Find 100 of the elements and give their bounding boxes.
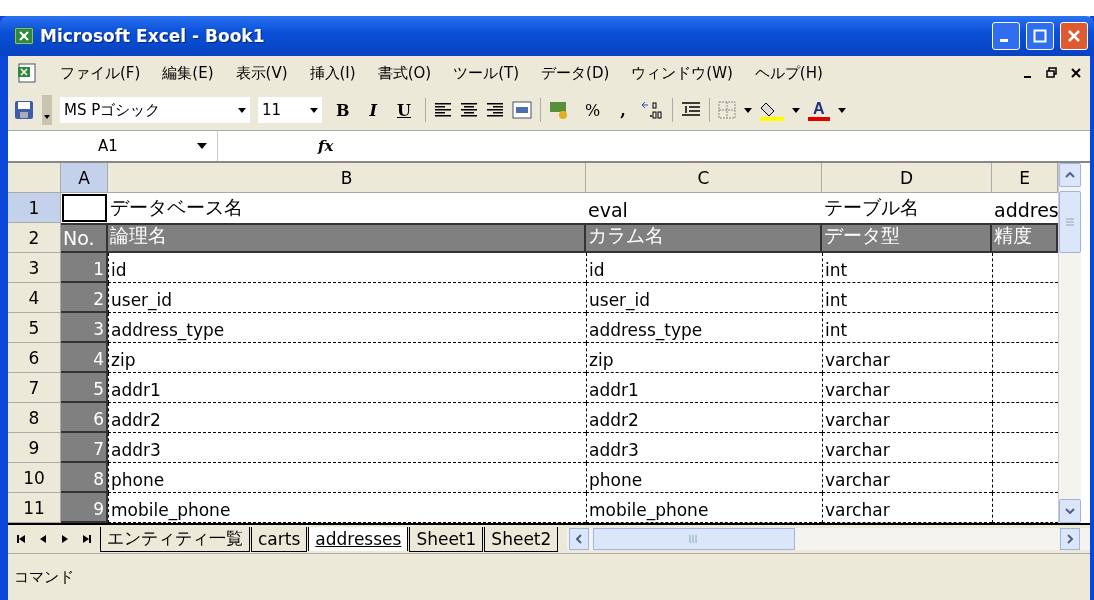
save-icon[interactable] (14, 100, 34, 120)
menu-item[interactable]: 表示(V) (235, 63, 288, 83)
table-cell: addr3 (108, 433, 586, 463)
caret-icon[interactable] (310, 107, 318, 113)
row-header[interactable]: 4 (8, 283, 61, 313)
table-cell: user_id (108, 283, 586, 313)
menu-item[interactable]: 編集(E) (162, 63, 214, 83)
column-header[interactable]: B (108, 163, 586, 193)
scroll-thumb[interactable] (1059, 191, 1081, 253)
table-cell: 8 (61, 463, 108, 493)
sheet-tab[interactable]: carts (251, 526, 308, 552)
row-header[interactable]: 5 (8, 313, 61, 343)
minimize-button[interactable] (992, 22, 1020, 50)
column-header[interactable]: C (586, 163, 822, 193)
row-header[interactable]: 6 (8, 343, 61, 373)
sheet-tab[interactable]: エンティティ一覧 (100, 526, 250, 552)
close-icon[interactable] (1070, 67, 1082, 79)
previous-sheet-icon[interactable] (38, 534, 48, 544)
decimal-icon[interactable] (639, 100, 664, 120)
caret-icon[interactable] (837, 107, 846, 113)
table-cell: address_type (108, 313, 586, 343)
last-sheet-icon[interactable] (82, 534, 92, 544)
table-cell: 1 (61, 253, 108, 283)
menu-item[interactable]: ウィンドウ(W) (631, 63, 733, 83)
caret-icon[interactable] (791, 107, 800, 113)
align-center-icon[interactable] (459, 102, 478, 118)
grip-icon (1066, 218, 1074, 226)
caret-icon[interactable] (743, 107, 752, 113)
minimize-icon (1000, 38, 1008, 42)
next-sheet-icon[interactable] (60, 534, 70, 544)
table-cell: phone (108, 463, 586, 493)
italic-button[interactable]: I (363, 100, 383, 120)
table-cell: int (822, 283, 992, 313)
status-text: コマンド (14, 567, 74, 587)
comma-button[interactable]: , (614, 100, 632, 120)
table-cell: id (108, 253, 586, 283)
column-header[interactable]: A (61, 163, 108, 193)
font-color-button[interactable]: A (807, 99, 830, 121)
percent-button[interactable]: % (578, 100, 607, 120)
scroll-up-button[interactable] (1059, 163, 1081, 187)
menu-item[interactable]: ファイル(F) (60, 63, 141, 83)
row-header[interactable]: 8 (8, 403, 61, 433)
grip-icon (689, 535, 700, 543)
menu-item[interactable]: ツール(T) (453, 63, 520, 83)
font-size-field[interactable]: 11 (258, 97, 322, 123)
table-cell: addr3 (586, 433, 822, 463)
row-header[interactable]: 11 (8, 493, 61, 523)
table-cell: 精度 (992, 223, 1058, 253)
menu-item[interactable]: 挿入(I) (309, 63, 356, 83)
table-cell: 2 (61, 283, 108, 313)
merge-center-icon[interactable] (511, 101, 532, 119)
bold-button[interactable]: B (330, 100, 356, 120)
align-left-icon[interactable] (433, 102, 452, 118)
maximize-button[interactable] (1026, 22, 1054, 50)
column-header[interactable]: D (822, 163, 992, 193)
table-cell: address_type (586, 313, 822, 343)
table-cell: varchar (822, 433, 992, 463)
caret-icon[interactable] (238, 107, 246, 113)
menu-item[interactable]: データ(D) (541, 63, 610, 83)
align-right-icon[interactable] (485, 102, 504, 118)
restore-icon[interactable] (1046, 67, 1058, 79)
table-cell: addr2 (108, 403, 586, 433)
table-cell: varchar (822, 343, 992, 373)
table-cell: 6 (61, 403, 108, 433)
row-header[interactable]: 2 (8, 223, 61, 253)
row-header[interactable]: 1 (8, 193, 61, 223)
scroll-right-button[interactable] (1060, 528, 1080, 550)
table-cell: addr1 (586, 373, 822, 403)
maximize-icon (1033, 29, 1047, 43)
indent-icon[interactable] (680, 101, 701, 119)
table-cell: 4 (61, 343, 108, 373)
menu-item[interactable]: ヘルプ(H) (754, 63, 823, 83)
table-cell (61, 193, 108, 223)
insert-function-button[interactable]: fx (318, 137, 334, 155)
font-name-field[interactable]: MS Pゴシック (60, 97, 250, 123)
underline-button[interactable]: U (391, 100, 417, 120)
row-header[interactable]: 10 (8, 463, 61, 493)
scroll-left-button[interactable] (569, 528, 590, 550)
table-cell: addr1 (108, 373, 586, 403)
table-cell: 9 (61, 493, 108, 523)
sheet-tab[interactable]: addresses (308, 527, 409, 551)
toolbar-options-icon[interactable] (42, 95, 52, 125)
menu-item[interactable]: 書式(O) (377, 63, 432, 83)
workbook-icon[interactable] (16, 62, 38, 84)
close-button[interactable] (1060, 22, 1088, 50)
table-cell: 5 (61, 373, 108, 403)
table-cell: addr2 (586, 403, 822, 433)
table-cell: No. (61, 223, 108, 253)
table-cell: id (586, 253, 822, 283)
row-header[interactable]: 9 (8, 433, 61, 463)
sheet-tab[interactable]: Sheet2 (484, 526, 559, 552)
scroll-down-button[interactable] (1059, 499, 1081, 523)
table-cell: int (822, 313, 992, 343)
row-header[interactable]: 3 (8, 253, 61, 283)
sheet-tab[interactable]: Sheet1 (409, 526, 484, 552)
table-cell: 論理名 (108, 223, 586, 253)
row-header[interactable]: 7 (8, 373, 61, 403)
scroll-thumb[interactable] (593, 528, 796, 550)
first-sheet-icon[interactable] (16, 534, 26, 544)
column-header[interactable]: E (992, 163, 1058, 193)
